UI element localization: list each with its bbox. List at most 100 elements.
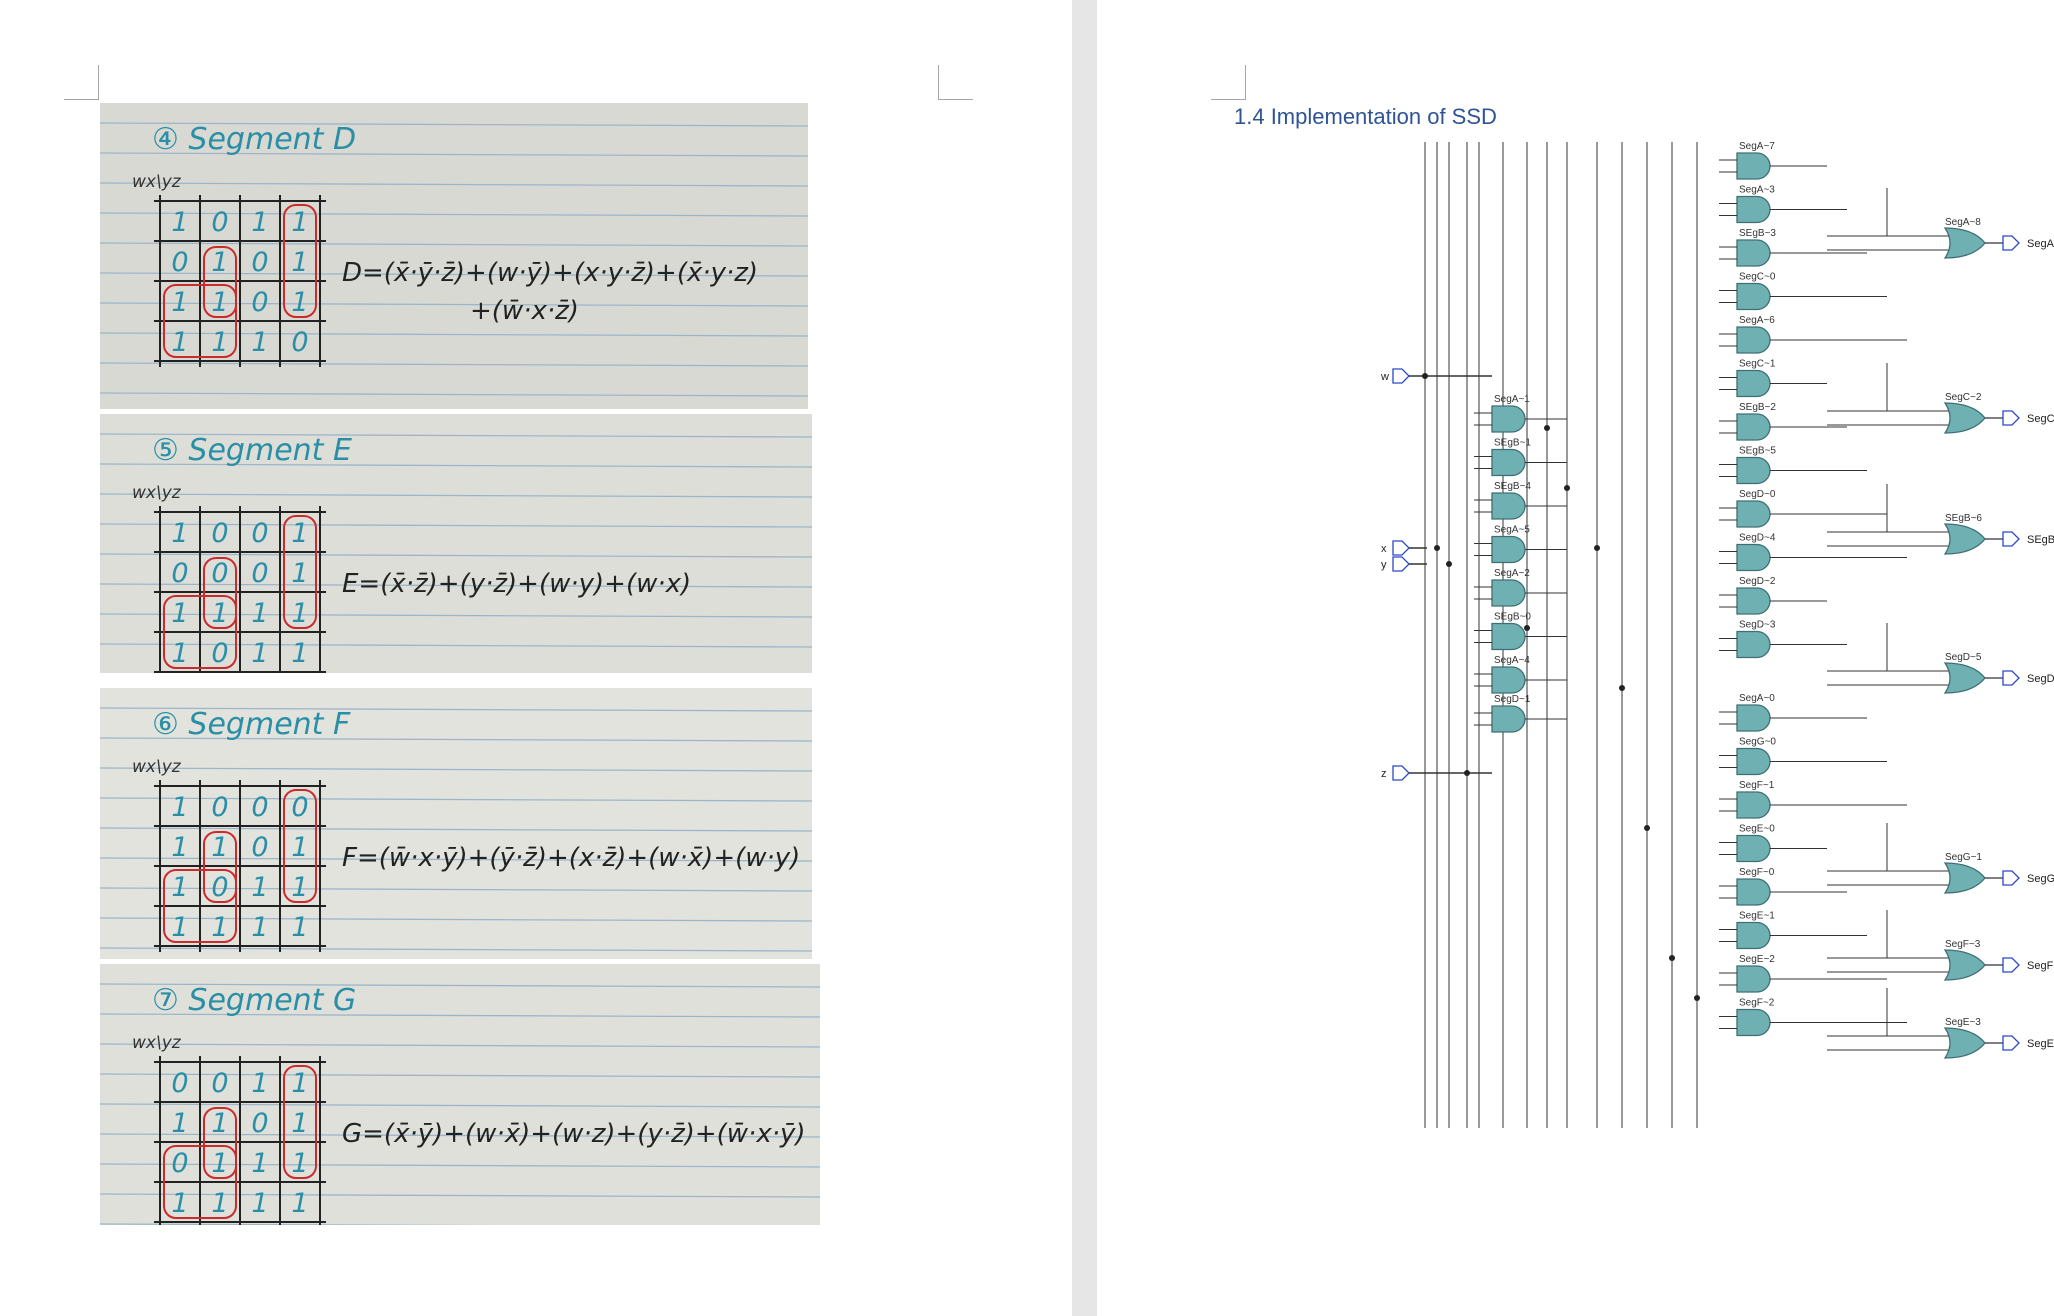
and-gate: SegC~0	[1719, 272, 1776, 311]
ruled-line	[100, 643, 812, 648]
port-label: SegG	[2027, 873, 2054, 885]
kmap-cell: 1	[251, 912, 268, 943]
ruled-line	[100, 1163, 820, 1168]
and-gate: SegF~2	[1719, 998, 1775, 1037]
segment-title: ⑥ Segment F	[152, 707, 351, 742]
kmap-axis-label: wx\yz	[132, 172, 182, 192]
and-gate-body	[1736, 195, 1771, 224]
gate-label: SegF~0	[1739, 867, 1775, 878]
kmap-cell: 0	[171, 1068, 188, 1099]
gate-label: SegA~2	[1494, 568, 1530, 579]
input-port: w	[1380, 368, 1410, 384]
gate-label: SegE~2	[1739, 954, 1775, 965]
or-gate-body	[1943, 1027, 1986, 1059]
and-gate: SegD~3	[1719, 620, 1776, 659]
kmap-cell: 1	[171, 872, 188, 903]
ruled-line	[100, 493, 812, 498]
kmap-cell: 1	[251, 598, 268, 629]
ruled-line	[100, 553, 812, 558]
and-gate-body	[1736, 456, 1771, 485]
and-gate-body	[1736, 152, 1771, 180]
gate-label: SegE~0	[1739, 824, 1775, 835]
ruled-line	[100, 182, 808, 187]
kmap-cell: 1	[171, 1188, 188, 1219]
kmap-cell: 1	[291, 1148, 308, 1179]
and-gate-body	[1736, 1008, 1771, 1037]
kmap-cell: 1	[251, 872, 268, 903]
gate-label: SEgB~0	[1494, 612, 1531, 623]
gate-label: SegF~1	[1739, 780, 1775, 791]
ruled-line	[100, 613, 812, 618]
and-gate-body	[1736, 282, 1771, 311]
ruled-line	[100, 1043, 820, 1048]
output-port: SegE	[2002, 1035, 2054, 1051]
kmap-cell: 1	[251, 638, 268, 669]
gate-label: SegC~2	[1945, 392, 1982, 403]
or-gate: SegG~1	[1943, 852, 1986, 894]
and-gate-body	[1736, 791, 1771, 819]
boolean-equation: D=(x̄·ȳ·z̄)+(w·ȳ)+(x·y·z̄)+(x̄·y·z)	[342, 258, 758, 288]
segment-title: ⑤ Segment E	[152, 433, 352, 468]
port-label: x	[1381, 543, 1387, 555]
kmap-cell: 1	[291, 832, 308, 863]
port-label: SegE	[2027, 1038, 2054, 1050]
and-gate: SegA~7	[1719, 141, 1775, 180]
wire-junction	[1422, 373, 1428, 379]
output-port: SegC	[2002, 410, 2054, 426]
kmap-cell: 1	[211, 1148, 228, 1179]
kmap-cell: 0	[251, 518, 268, 549]
crop-mark-top-left	[1211, 65, 1246, 100]
output-port: SegA	[2002, 235, 2054, 251]
ruled-line	[100, 797, 812, 802]
or-gate-body	[1943, 402, 1986, 434]
and-gate: SEgB~4	[1474, 481, 1531, 520]
port-shape	[2002, 870, 2020, 886]
boolean-equation-line2: +(w̄·x·z̄)	[470, 296, 579, 326]
output-port: SEgB	[2002, 531, 2054, 547]
gate-label: SegC~1	[1739, 359, 1776, 370]
or-gate: SEgB~6	[1943, 513, 1986, 555]
kmap-cell: 1	[171, 518, 188, 549]
kmap-cell: 0	[251, 792, 268, 823]
wire-junction	[1564, 485, 1570, 491]
output-port: SegG	[2002, 870, 2054, 886]
kmap-cell: 1	[251, 1148, 268, 1179]
photo-drawing: ⑦ Segment Gwx\yz0 0 1 11 1 0 10 1 1 11 1 1 1G=(x̄·ȳ)…	[100, 983, 820, 1225]
ruled-line	[100, 212, 808, 217]
photo-drawing: ⑥ Segment Fwx\yz1 0 0 01 1 0 11 0 1 11 1 1 1F=(w̄·x·…	[100, 707, 812, 952]
kmap-cell: 0	[211, 638, 228, 669]
gate-label: SegA~8	[1945, 217, 1981, 228]
kmap-cell: 1	[171, 638, 188, 669]
and-gate: SegE~2	[1719, 954, 1775, 993]
kmap-cell: 0	[251, 1108, 268, 1139]
port-shape	[2002, 670, 2020, 686]
kmap-axis-label: wx\yz	[132, 483, 182, 503]
output-port: SegF	[2002, 957, 2054, 973]
input-port: z	[1381, 765, 1410, 781]
kmap-cell: 1	[211, 1188, 228, 1219]
ruled-line	[100, 947, 812, 952]
ruled-line	[100, 362, 808, 367]
kmap-cell: 1	[291, 1108, 308, 1139]
and-gate-body	[1736, 921, 1771, 950]
wire-junction	[1524, 625, 1530, 631]
output-port: SegD	[2002, 670, 2054, 686]
port-shape	[2002, 235, 2020, 251]
photo-drawing: ⑤ Segment Ewx\yz1 0 0 10 0 0 11 1 1 11 0 1 1E=(x̄·z̄…	[100, 433, 812, 673]
ruled-line	[100, 392, 808, 397]
and-gate: SegF~1	[1719, 780, 1775, 819]
and-gate: SEgB~0	[1474, 612, 1531, 651]
kmap-cell: 1	[291, 247, 308, 278]
and-gate: SegD~0	[1719, 489, 1776, 528]
and-gate-body	[1736, 704, 1771, 732]
wire-junction	[1464, 770, 1470, 776]
or-gate: SegE~3	[1943, 1017, 1986, 1059]
wire-junction	[1619, 685, 1625, 691]
kmap-cell: 0	[251, 832, 268, 863]
kmap-cell: 1	[171, 287, 188, 318]
and-gate-body	[1736, 413, 1771, 441]
gate-label: SegD~1	[1494, 694, 1531, 705]
and-gate-body	[1491, 492, 1526, 520]
port-shape	[2002, 957, 2020, 973]
gate-label: SegA~7	[1739, 141, 1775, 152]
